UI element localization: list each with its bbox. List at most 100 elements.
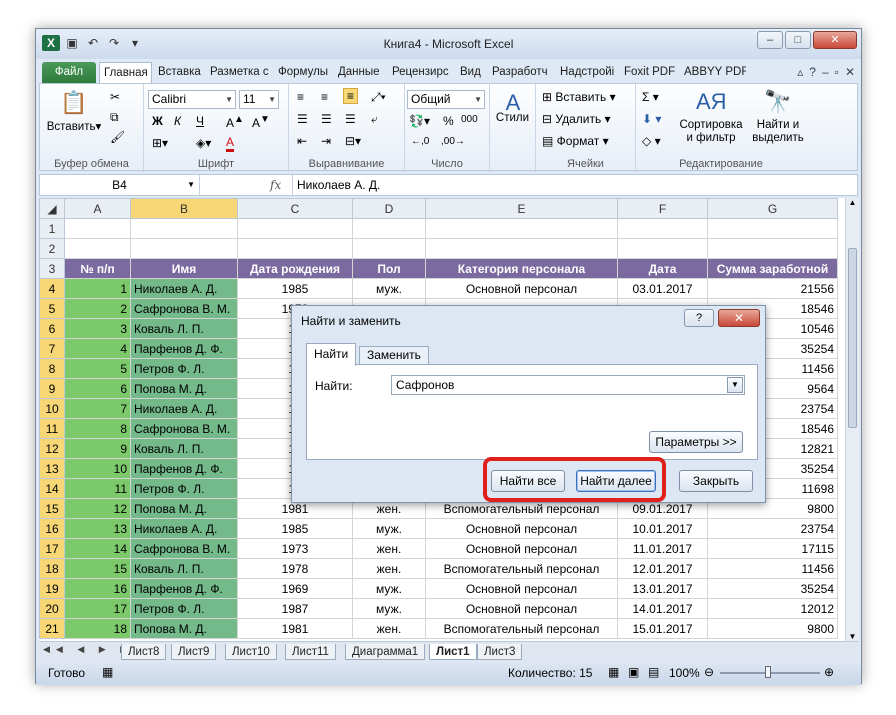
tab-page-layout[interactable]: Разметка с <box>206 62 272 83</box>
cell[interactable]: 9 <box>64 438 131 459</box>
cell[interactable]: 18 <box>64 618 131 639</box>
row-header[interactable]: 12 <box>39 438 65 459</box>
row-header[interactable]: 14 <box>39 478 65 499</box>
cell[interactable]: Основной персонал <box>425 538 618 559</box>
row-header[interactable]: 10 <box>39 398 65 419</box>
zoom-in-icon[interactable]: ⊕ <box>824 665 834 679</box>
tab-developer[interactable]: Разработч <box>488 62 554 83</box>
cell[interactable]: муж. <box>352 278 426 299</box>
workbook-restore-icon[interactable]: ▫ <box>835 65 839 79</box>
cell[interactable]: 23754 <box>707 518 838 539</box>
cell[interactable]: 1973 <box>237 538 353 559</box>
name-box[interactable]: B4 ▼ <box>40 175 200 195</box>
cell[interactable]: Парфенов Д. Ф. <box>130 578 238 599</box>
cell[interactable]: Попова М. Д. <box>130 498 238 519</box>
sheet-tab[interactable]: Диаграмма1 <box>345 644 426 660</box>
cell[interactable]: 6 <box>64 378 131 399</box>
workbook-minimize-icon[interactable]: – <box>822 65 829 79</box>
tab-view[interactable]: Вид <box>456 62 486 83</box>
header-cell[interactable]: Категория персонала <box>425 258 618 279</box>
cell[interactable]: 7 <box>64 398 131 419</box>
header-cell[interactable]: Сумма заработной <box>707 258 838 279</box>
cell[interactable]: Сафронова В. М. <box>130 418 238 439</box>
increase-indent-icon[interactable]: ⇥ <box>321 134 331 148</box>
cell[interactable]: 1987 <box>237 598 353 619</box>
cell[interactable]: 35254 <box>707 578 838 599</box>
cell[interactable] <box>130 238 238 259</box>
cell[interactable]: Петров Ф. Л. <box>130 358 238 379</box>
align-middle-icon[interactable]: ≡ <box>321 90 328 104</box>
underline-button[interactable]: Ч <box>196 114 204 128</box>
increase-decimal-icon[interactable]: ←,0 <box>411 136 429 147</box>
cell[interactable]: 8 <box>64 418 131 439</box>
tab-addins[interactable]: Надстройі <box>556 62 618 83</box>
cell[interactable]: Коваль Л. П. <box>130 558 238 579</box>
row-header[interactable]: 4 <box>39 278 65 299</box>
scroll-down-icon[interactable]: ▼ <box>846 632 859 641</box>
column-header[interactable]: F <box>617 198 708 219</box>
cell[interactable] <box>707 238 838 259</box>
cell[interactable] <box>237 218 353 239</box>
workbook-close-icon[interactable]: ✕ <box>845 65 855 79</box>
autosum-icon[interactable]: Σ ▾ <box>642 90 659 104</box>
font-name-combo[interactable]: Calibri ▼ <box>148 90 236 109</box>
cell[interactable]: Попова М. Д. <box>130 378 238 399</box>
column-header[interactable]: G <box>707 198 838 219</box>
cell[interactable]: 03.01.2017 <box>617 278 708 299</box>
cell[interactable]: 13 <box>64 518 131 539</box>
macro-record-icon[interactable]: ▦ <box>102 665 113 679</box>
find-select-button[interactable]: 🔭 Найти и выделить <box>750 88 806 145</box>
tab-file[interactable]: Файл <box>42 62 96 83</box>
orientation-icon[interactable]: ⤢▾ <box>371 90 386 105</box>
cell[interactable]: 12.01.2017 <box>617 558 708 579</box>
cell[interactable] <box>64 238 131 259</box>
zoom-out-icon[interactable]: ⊖ <box>704 665 714 679</box>
font-size-combo[interactable]: 11 ▼ <box>239 90 279 109</box>
fill-color-icon[interactable]: ◈▾ <box>196 136 211 150</box>
cell[interactable]: 15 <box>64 558 131 579</box>
borders-icon[interactable]: ⊞▾ <box>152 136 168 150</box>
help-icon[interactable]: ? <box>809 65 816 79</box>
sort-filter-button[interactable]: AЯ Сортировка и фильтр <box>676 88 746 145</box>
row-header[interactable]: 5 <box>39 298 65 319</box>
cell[interactable]: Основной персонал <box>425 578 618 599</box>
row-header[interactable]: 1 <box>39 218 65 239</box>
cell[interactable]: 10 <box>64 458 131 479</box>
row-header[interactable]: 13 <box>39 458 65 479</box>
cell[interactable] <box>352 218 426 239</box>
tab-data[interactable]: Данные <box>334 62 386 83</box>
cell[interactable]: 17115 <box>707 538 838 559</box>
cut-icon[interactable]: ✂ <box>110 90 120 104</box>
find-input[interactable]: Сафронов ▼ <box>391 375 745 395</box>
scroll-thumb[interactable] <box>848 248 857 428</box>
sheet-tab[interactable]: Лист1 <box>429 644 477 660</box>
cell[interactable]: 1 <box>64 278 131 299</box>
cell[interactable]: жен. <box>352 538 426 559</box>
header-cell[interactable]: Дата <box>617 258 708 279</box>
normal-view-icon[interactable]: ▦ <box>608 665 619 679</box>
cell[interactable] <box>352 238 426 259</box>
page-layout-view-icon[interactable]: ▣ <box>628 665 639 679</box>
cell[interactable]: 2 <box>64 298 131 319</box>
cell[interactable]: 10.01.2017 <box>617 518 708 539</box>
wrap-text-icon[interactable]: ⤶ <box>371 112 378 127</box>
cell[interactable]: 5 <box>64 358 131 379</box>
align-left-icon[interactable]: ☰ <box>297 112 308 126</box>
row-header[interactable]: 15 <box>39 498 65 519</box>
tab-abbyy[interactable]: ABBYY PDF <box>680 62 746 83</box>
cell[interactable]: 1985 <box>237 518 353 539</box>
align-center-icon[interactable]: ☰ <box>321 112 332 126</box>
sheet-tab[interactable]: Лист3 <box>477 644 523 660</box>
cell[interactable]: 13.01.2017 <box>617 578 708 599</box>
cell[interactable]: 9800 <box>707 618 838 639</box>
cell[interactable]: Николаев А. Д. <box>130 398 238 419</box>
cell[interactable]: 4 <box>64 338 131 359</box>
cell[interactable] <box>617 238 708 259</box>
dialog-close-button[interactable]: Закрыть <box>679 470 753 492</box>
row-header[interactable]: 8 <box>39 358 65 379</box>
zoom-slider-thumb[interactable] <box>765 666 771 678</box>
merge-center-icon[interactable]: ⊟▾ <box>345 134 361 148</box>
percent-button[interactable]: % <box>443 114 454 128</box>
format-painter-icon[interactable]: 🖌 <box>110 130 125 144</box>
cell[interactable]: Основной персонал <box>425 518 618 539</box>
